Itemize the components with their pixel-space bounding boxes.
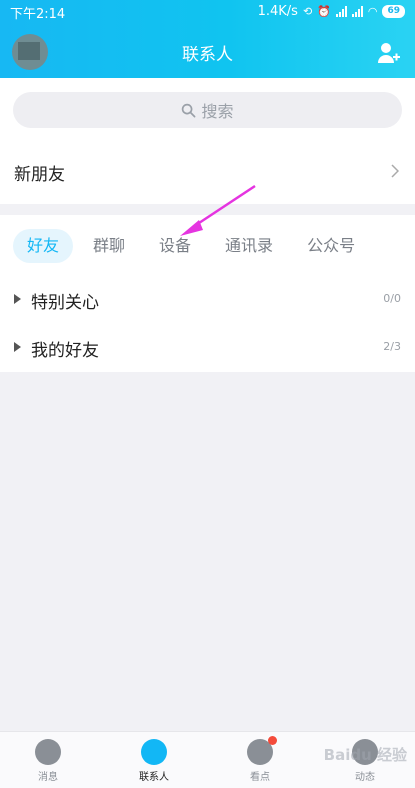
add-friend-icon[interactable] xyxy=(377,41,401,65)
group-name: 我的好友 xyxy=(31,341,99,361)
tab-devices[interactable]: 设备 xyxy=(145,229,205,263)
new-friends-row[interactable]: 新朋友 xyxy=(0,140,415,204)
group-my-friends[interactable]: 我的好友 2/3 xyxy=(0,324,415,372)
search-placeholder: 搜索 xyxy=(201,102,234,121)
nav-messages[interactable]: 消息 xyxy=(13,739,83,783)
nav-label: 看点 xyxy=(250,772,270,783)
header-bar: 下午2:14 1.4K/s ⟲ ⏰ ◠ 69 联系人 xyxy=(0,0,415,78)
group-count: 0/0 xyxy=(383,292,401,305)
page-title: 联系人 xyxy=(182,45,233,65)
search-section: 搜索 xyxy=(0,78,415,140)
nav-label: 动态 xyxy=(355,772,375,783)
group-name: 特别关心 xyxy=(31,293,99,313)
group-special-care[interactable]: 特别关心 0/0 xyxy=(0,276,415,324)
notification-dot xyxy=(268,736,277,745)
eye-icon xyxy=(247,736,277,765)
nav-label: 联系人 xyxy=(139,772,169,783)
group-count: 2/3 xyxy=(383,340,401,353)
tab-address-book[interactable]: 通讯录 xyxy=(211,229,287,263)
chevron-right-icon xyxy=(391,164,399,178)
battery-icon: 69 xyxy=(382,4,405,18)
nav-kandian[interactable]: 看点 xyxy=(225,736,295,783)
network-speed: 1.4K/s xyxy=(257,3,298,19)
watermark: Baidu 经验 xyxy=(323,746,407,764)
tab-official-accounts[interactable]: 公众号 xyxy=(293,229,369,263)
nav-label: 消息 xyxy=(38,772,58,783)
contacts-panel: 好友 群聊 设备 通讯录 公众号 特别关心 0/0 我的好友 2/3 xyxy=(0,215,415,372)
nav-contacts[interactable]: 联系人 xyxy=(119,739,189,783)
expand-triangle-icon xyxy=(14,342,21,352)
alarm-icon: ⏰ xyxy=(317,4,331,18)
status-icons: 1.4K/s ⟲ ⏰ ◠ 69 xyxy=(258,2,405,20)
status-time: 下午2:14 xyxy=(10,7,66,22)
wifi-icon: ◠ xyxy=(367,4,378,18)
tab-friends[interactable]: 好友 xyxy=(13,229,74,263)
sync-icon: ⟲ xyxy=(302,4,313,18)
search-icon xyxy=(182,103,196,117)
contacts-icon xyxy=(141,739,167,765)
message-icon xyxy=(35,739,61,765)
search-input[interactable]: 搜索 xyxy=(13,92,402,128)
tab-groups[interactable]: 群聊 xyxy=(79,229,139,263)
contact-tabs: 好友 群聊 设备 通讯录 公众号 xyxy=(13,229,375,263)
new-friends-label: 新朋友 xyxy=(14,164,65,185)
expand-triangle-icon xyxy=(14,294,21,304)
signal-icon-2 xyxy=(351,5,363,17)
status-bar: 下午2:14 1.4K/s ⟲ ⏰ ◠ 69 xyxy=(0,0,415,22)
signal-icon xyxy=(335,5,347,17)
